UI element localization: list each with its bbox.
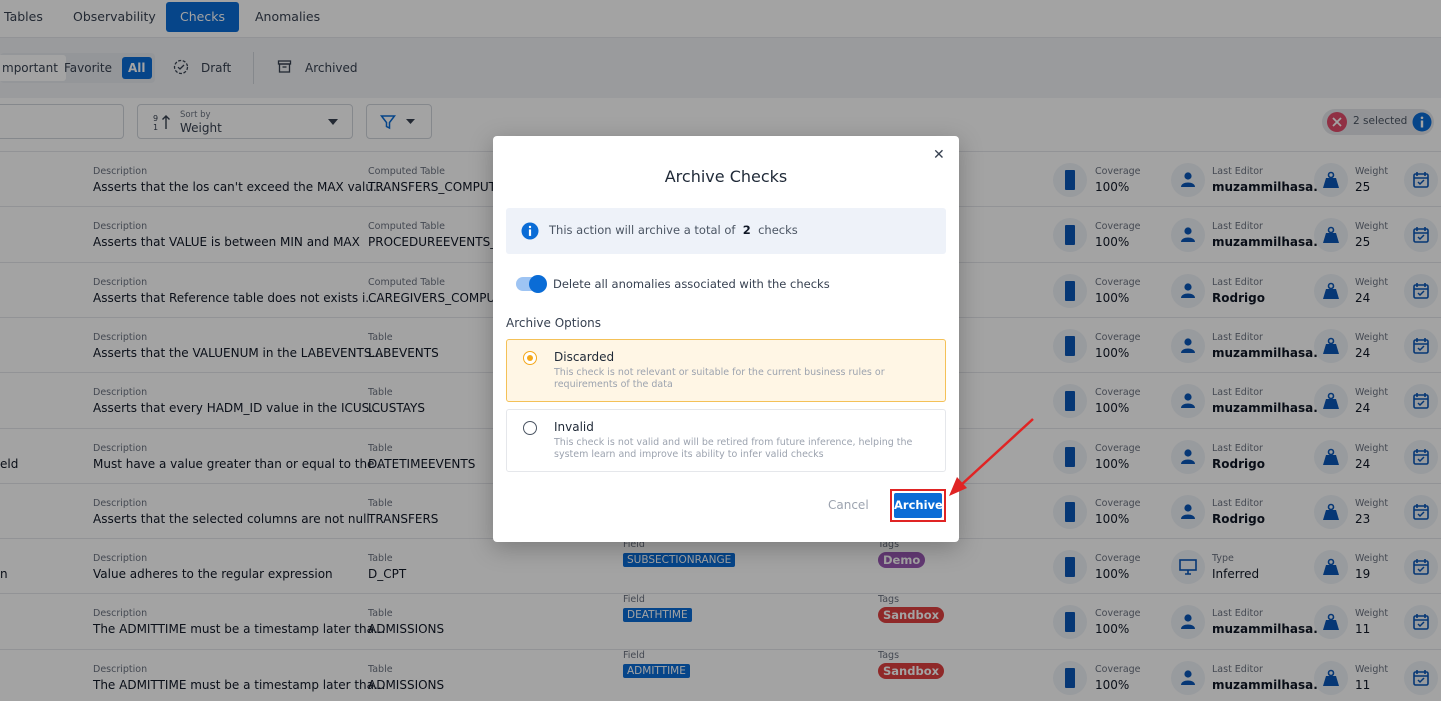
info-icon [521, 222, 539, 240]
archive-info-box: This action will archive a total of 2 ch… [506, 208, 946, 254]
option-description: This check is not valid and will be reti… [554, 437, 913, 460]
delete-anomalies-label: Delete all anomalies associated with the… [553, 277, 830, 291]
delete-anomalies-toggle[interactable] [516, 275, 547, 293]
checks-page: Tables Observability Checks Anomalies mp… [0, 0, 1441, 701]
archive-button-highlight: Archive [890, 489, 946, 522]
option-name: Invalid [554, 420, 594, 434]
option-invalid[interactable]: Invalid This check is not valid and will… [506, 409, 946, 472]
option-name: Discarded [554, 350, 615, 364]
archive-button[interactable]: Archive [894, 493, 943, 518]
cancel-button[interactable]: Cancel [828, 498, 869, 512]
archive-checks-dialog: ✕ Archive Checks This action will archiv… [493, 136, 959, 542]
radio-discarded[interactable] [523, 351, 537, 365]
close-icon[interactable]: ✕ [933, 147, 945, 163]
archive-info-text: This action will archive a total of 2 ch… [549, 223, 798, 237]
annotation-arrow-icon [949, 418, 1034, 496]
option-discarded[interactable]: Discarded This check is not relevant or … [506, 339, 946, 402]
radio-invalid[interactable] [523, 421, 537, 435]
dialog-title: Archive Checks [664, 167, 788, 186]
archive-options-label: Archive Options [506, 316, 602, 330]
option-description: This check is not relevant or suitable f… [554, 367, 885, 390]
